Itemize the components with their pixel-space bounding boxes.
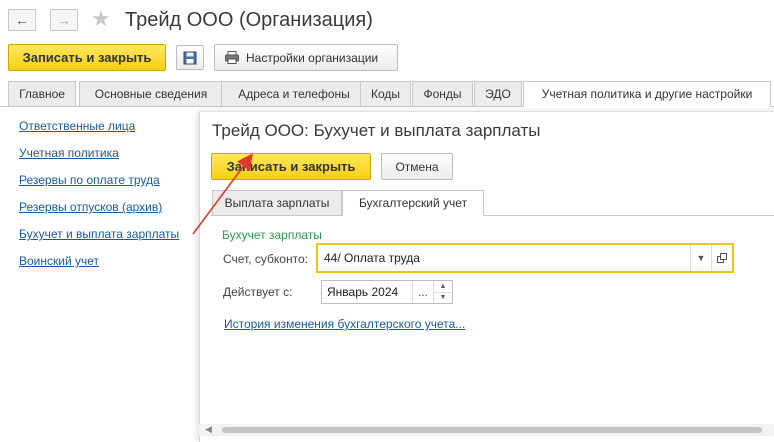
account-open-button[interactable] — [711, 245, 732, 271]
horizontal-scrollbar[interactable]: ◀ — [199, 424, 774, 436]
back-button[interactable]: ← — [8, 9, 36, 31]
floppy-disk-icon — [183, 51, 197, 64]
favorite-star-icon[interactable]: ★ — [91, 6, 111, 32]
arrow-left-icon: ← — [15, 12, 29, 28]
dialog-title: Трейд ООО: Бухучет и выплата зарплаты — [212, 121, 541, 140]
tab-salary-payment[interactable]: Выплата зарплаты — [212, 190, 342, 216]
arrow-right-icon: → — [57, 12, 71, 28]
tab-accounting[interactable]: Бухгалтерский учет — [342, 190, 484, 216]
organization-settings-button[interactable]: Настройки организации — [214, 44, 398, 71]
account-value: 44/ Оплата труда — [324, 251, 420, 265]
tab-codes[interactable]: Коды — [360, 81, 411, 107]
effective-date-spinner[interactable]: ▲ ▼ — [433, 281, 452, 303]
tab-funds[interactable]: Фонды — [412, 81, 473, 107]
forward-button[interactable]: → — [50, 9, 78, 31]
sidebar-link-accounting-policy[interactable]: Учетная политика — [19, 146, 119, 160]
accounting-payroll-dialog: Трейд ООО: Бухучет и выплата зарплаты За… — [199, 111, 774, 442]
printer-icon — [225, 51, 239, 64]
sidebar-link-vacation-reserves[interactable]: Резервы отпусков (архив) — [19, 200, 162, 214]
spinner-up-icon[interactable]: ▲ — [434, 281, 452, 293]
save-and-close-button[interactable]: Записать и закрыть — [8, 44, 166, 71]
ellipsis-icon: ... — [417, 285, 428, 299]
sidebar-link-accounting-payroll[interactable]: Бухучет и выплата зарплаты — [19, 227, 179, 241]
scroll-left-icon[interactable]: ◀ — [205, 424, 212, 435]
tab-basic-info[interactable]: Основные сведения — [79, 81, 223, 107]
effective-date-label: Действует с: — [223, 285, 293, 299]
account-dropdown-button[interactable]: ▼ — [690, 245, 711, 271]
tab-accounting-policy[interactable]: Учетная политика и другие настройки — [523, 81, 771, 107]
scrollbar-thumb[interactable] — [222, 427, 762, 433]
tab-edo[interactable]: ЭДО — [474, 81, 522, 107]
organization-settings-label: Настройки организации — [246, 50, 379, 65]
effective-date-field[interactable]: Январь 2024 ... ▲ ▼ — [321, 280, 453, 304]
chevron-down-icon: ▼ — [696, 253, 706, 263]
save-button[interactable] — [176, 45, 204, 70]
effective-date-value: Январь 2024 — [327, 285, 399, 299]
open-window-icon — [717, 253, 727, 263]
sidebar-link-responsible-persons[interactable]: Ответственные лица — [19, 119, 135, 133]
section-title: Бухучет зарплаты — [222, 228, 322, 242]
dialog-cancel-button[interactable]: Отмена — [381, 153, 453, 180]
accounting-history-link[interactable]: История изменения бухгалтерского учета..… — [224, 317, 465, 331]
spinner-down-icon[interactable]: ▼ — [434, 293, 452, 304]
tab-addresses-phones[interactable]: Адреса и телефоны — [221, 81, 367, 107]
account-label: Счет, субконто: — [223, 252, 308, 266]
window-title: Трейд ООО (Организация) — [125, 9, 373, 31]
sidebar-link-payroll-reserves[interactable]: Резервы по оплате труда — [19, 173, 160, 187]
effective-date-select-button[interactable]: ... — [412, 281, 433, 303]
dialog-save-and-close-button[interactable]: Записать и закрыть — [211, 153, 371, 180]
account-field[interactable]: 44/ Оплата труда ▼ — [316, 243, 734, 273]
tab-main[interactable]: Главное — [8, 81, 76, 107]
sidebar-link-military-records[interactable]: Воинский учет — [19, 254, 99, 268]
